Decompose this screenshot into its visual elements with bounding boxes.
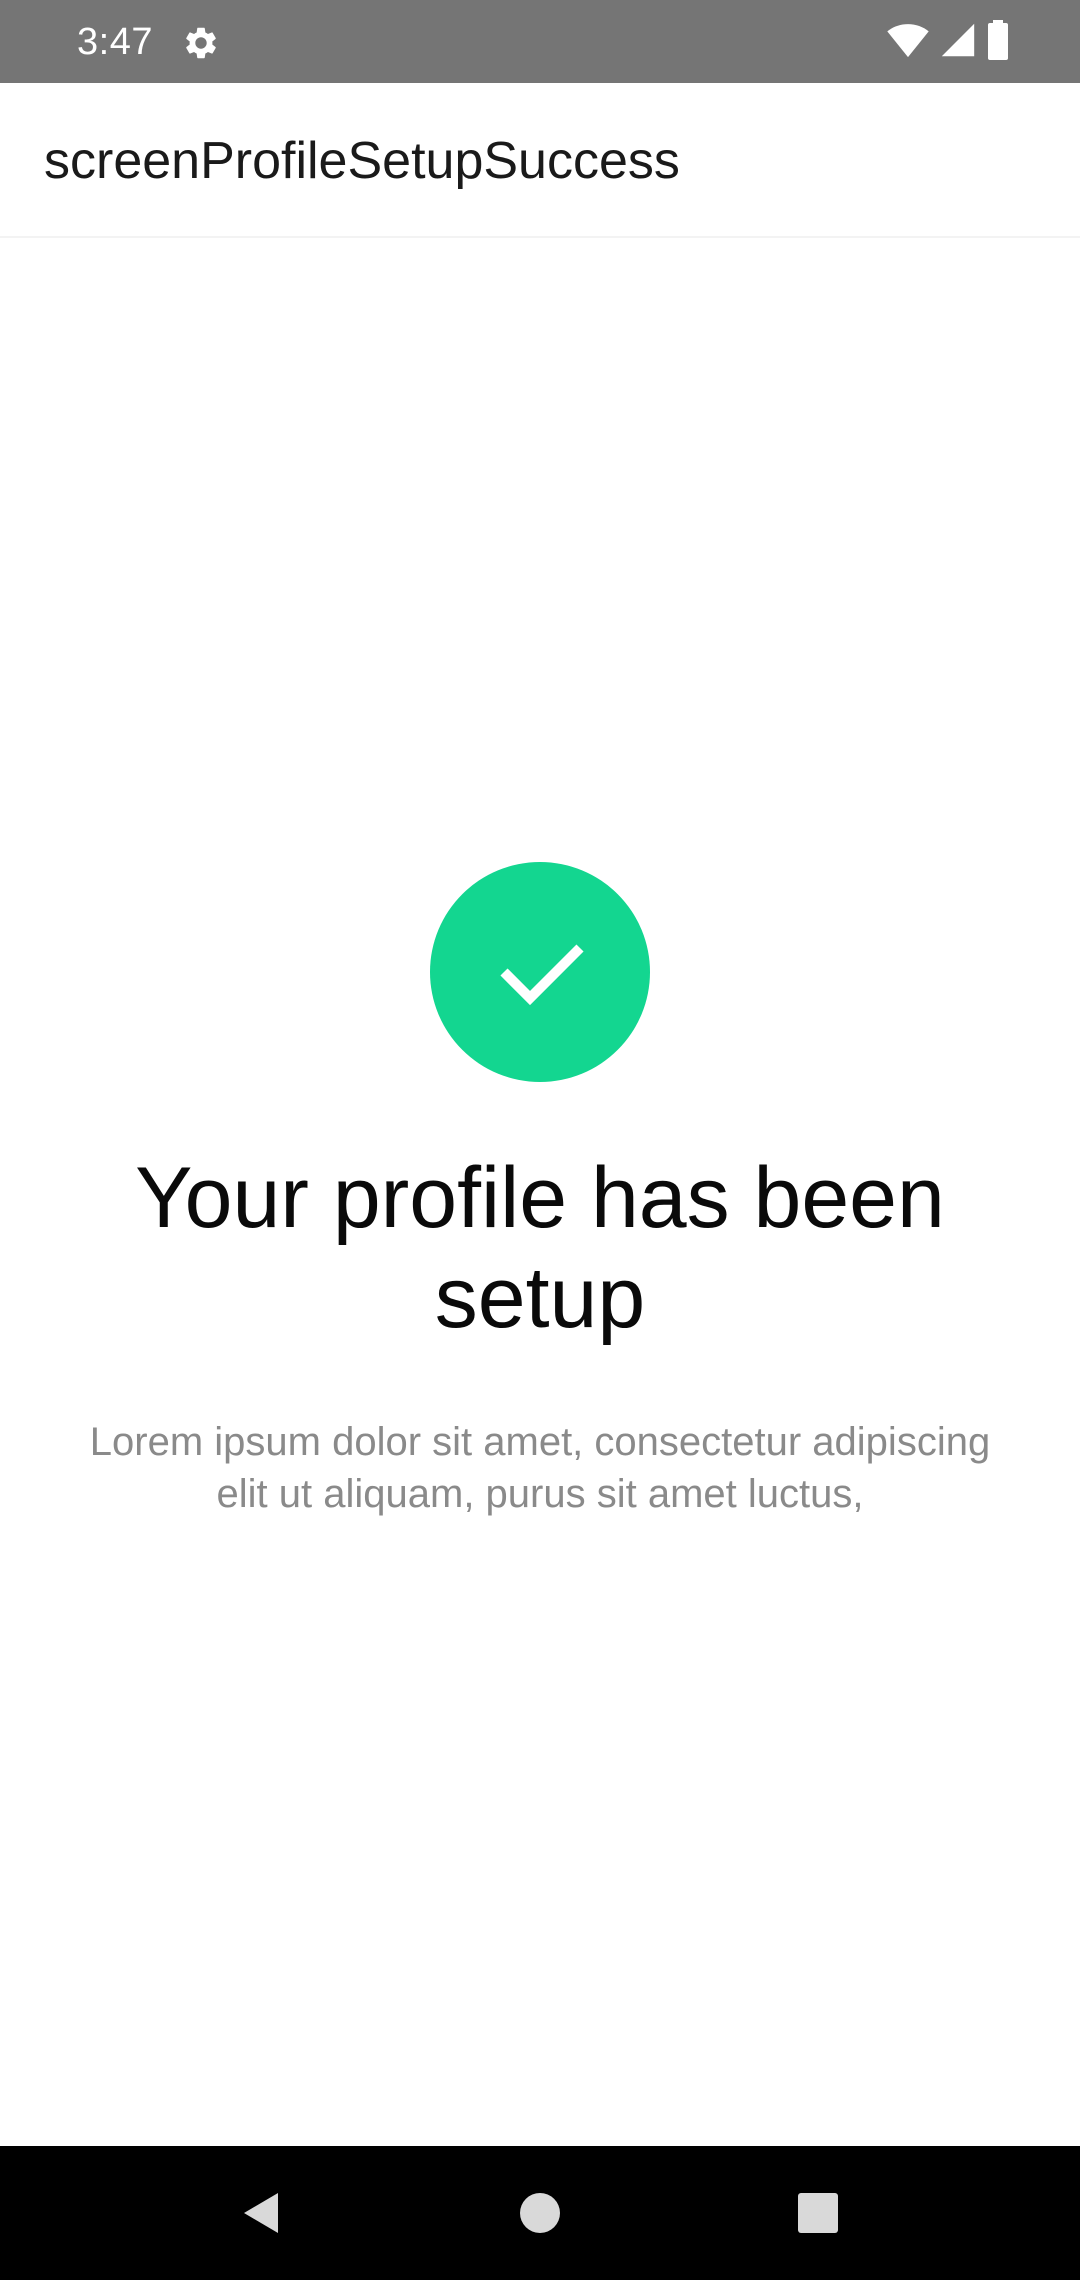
status-time: 3:47	[77, 21, 153, 63]
success-content: Your profile has been setup Lorem ipsum …	[0, 238, 1080, 2146]
status-bar: 3:47	[0, 0, 1080, 83]
home-icon	[520, 2193, 560, 2233]
success-headline: Your profile has been setup	[135, 1150, 945, 1346]
back-icon	[244, 2193, 278, 2233]
home-button[interactable]	[480, 2146, 600, 2280]
recents-button[interactable]	[758, 2146, 878, 2280]
success-badge	[430, 862, 650, 1082]
back-button[interactable]	[200, 2146, 320, 2280]
status-icons	[886, 19, 1010, 65]
screen-title: screenProfileSetupSuccess	[44, 132, 680, 190]
recents-icon	[798, 2193, 838, 2233]
success-description: Lorem ipsum dolor sit amet, consectetur …	[89, 1420, 991, 1516]
app-bar: screenProfileSetupSuccess	[0, 83, 1080, 238]
battery-icon	[986, 19, 1010, 65]
check-icon	[500, 944, 584, 1006]
gear-icon	[182, 24, 220, 62]
system-nav-bar	[0, 2146, 1080, 2280]
cellular-signal-icon	[940, 22, 976, 63]
wifi-icon	[886, 22, 930, 63]
